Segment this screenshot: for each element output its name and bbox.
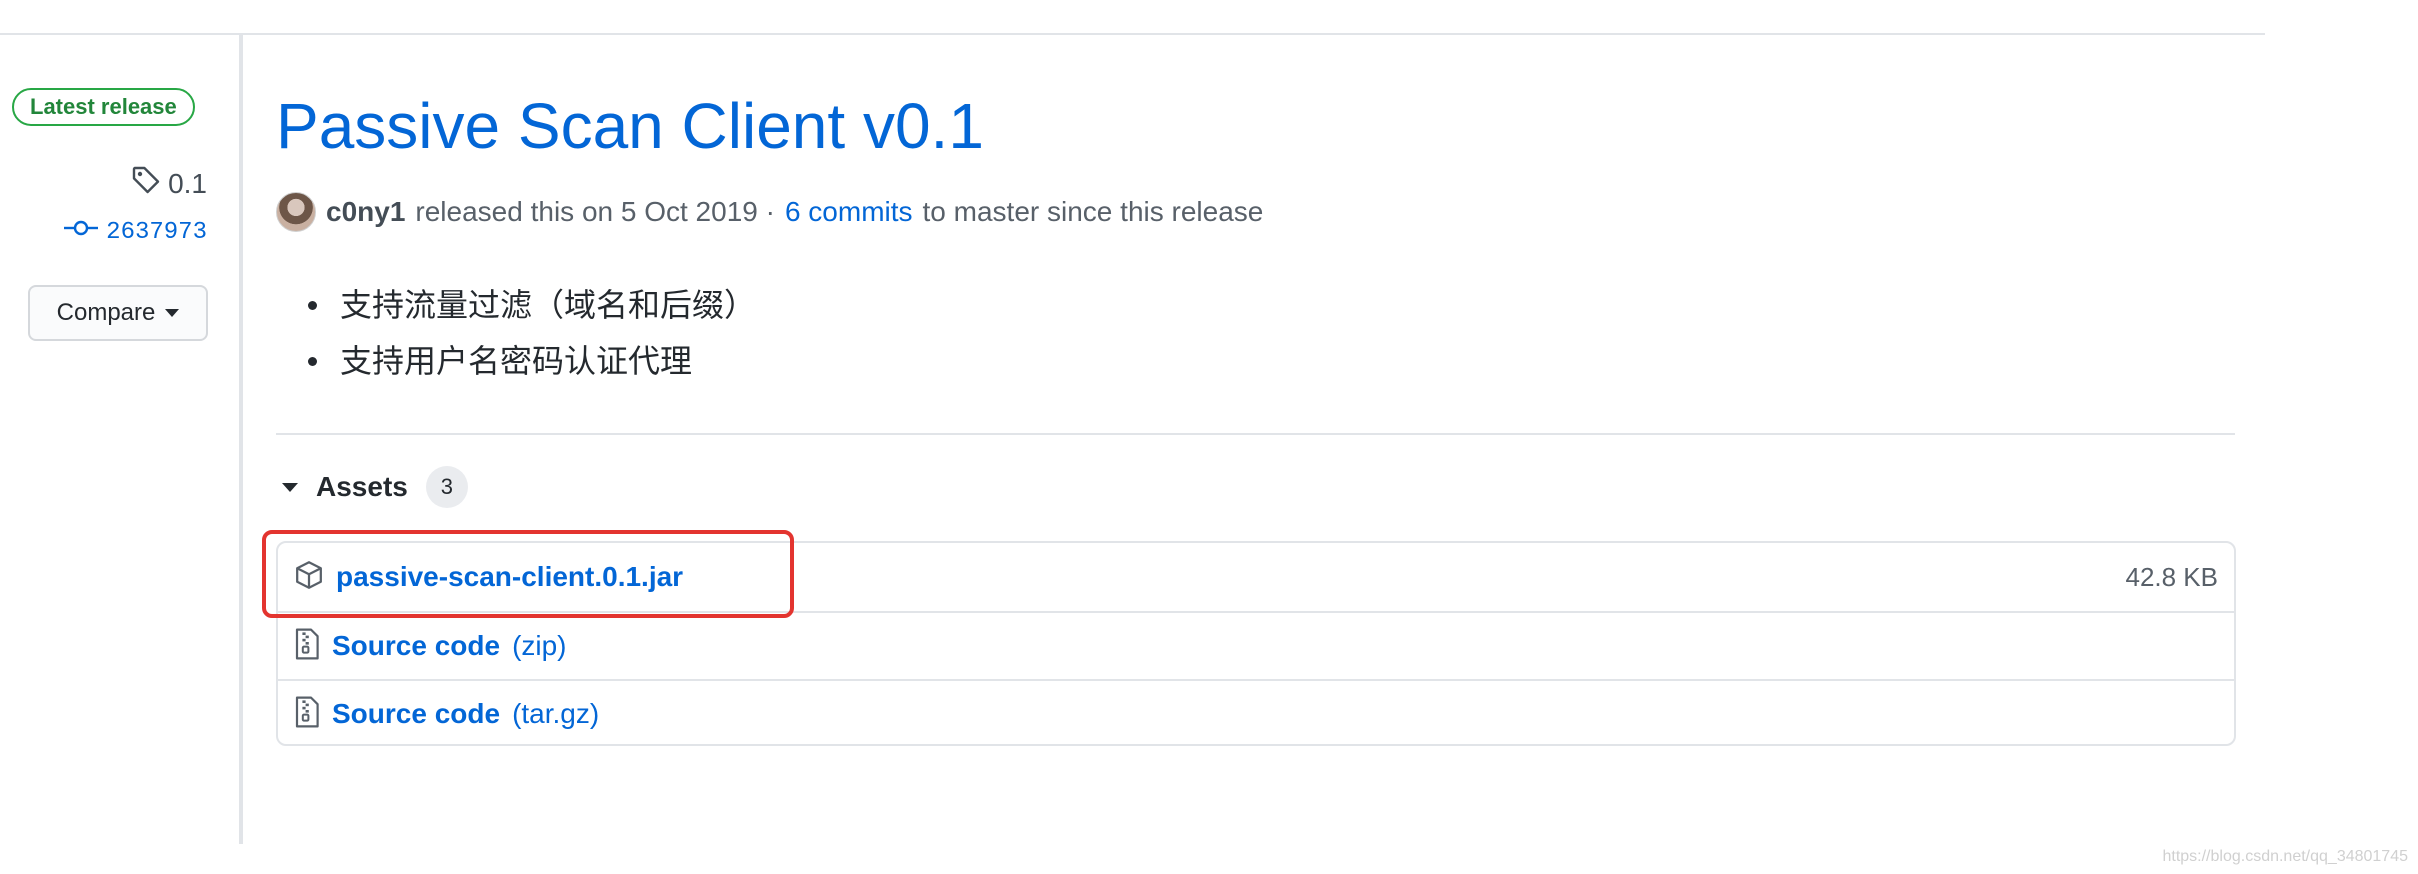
file-zip-icon xyxy=(294,628,320,665)
assets-title: Assets xyxy=(316,471,408,502)
git-commit-icon xyxy=(64,218,99,246)
sidebar-divider xyxy=(239,35,243,844)
asset-download-link[interactable]: passive-scan-client.0.1.jar xyxy=(336,561,683,593)
release-sidebar: Latest release 0.1 2637973 Compare xyxy=(0,0,240,844)
commit-sha: 2637973 xyxy=(106,218,207,246)
top-divider xyxy=(0,33,2265,35)
asset-row-jar: passive-scan-client.0.1.jar 42.8 KB xyxy=(278,543,2234,611)
compare-button[interactable]: Compare xyxy=(28,285,208,341)
list-item: 支持流量过滤（域名和后缀） xyxy=(306,277,756,333)
avatar[interactable] xyxy=(276,192,316,232)
assets-toggle[interactable]: Assets 3 xyxy=(282,466,468,508)
tag-icon xyxy=(130,164,162,203)
list-item: 支持用户名密码认证代理 xyxy=(306,333,756,389)
release-page: Latest release 0.1 2637973 Compare Passi… xyxy=(0,0,2418,874)
release-title[interactable]: Passive Scan Client v0.1 xyxy=(276,90,984,164)
package-icon xyxy=(294,560,324,595)
release-meta: c0ny1 released this on 5 Oct 2019 · 6 co… xyxy=(276,192,1263,232)
assets-count-badge: 3 xyxy=(425,466,468,508)
assets-list: passive-scan-client.0.1.jar 42.8 KB Sour… xyxy=(276,541,2236,746)
commits-link[interactable]: 6 commits xyxy=(785,196,913,228)
source-code-zip-link[interactable]: Source code xyxy=(332,630,500,662)
commit-link[interactable]: 2637973 xyxy=(64,218,207,246)
content-divider xyxy=(276,433,2235,435)
latest-release-badge: Latest release xyxy=(12,88,195,126)
since-text: to master since this release xyxy=(922,196,1264,227)
asset-ext[interactable]: (zip) xyxy=(512,630,566,662)
chevron-down-icon xyxy=(165,309,180,317)
compare-label: Compare xyxy=(56,299,156,326)
file-zip-icon xyxy=(294,696,320,733)
triangle-down-icon xyxy=(282,482,298,492)
watermark: https://blog.csdn.net/qq_34801745 xyxy=(2162,848,2408,865)
asset-size: 42.8 KB xyxy=(2125,561,2218,592)
tag-link[interactable]: 0.1 xyxy=(130,164,207,203)
asset-row-zip: Source code (zip) xyxy=(278,611,2234,679)
tag-label: 0.1 xyxy=(168,167,207,199)
source-code-targz-link[interactable]: Source code xyxy=(332,698,500,730)
asset-row-targz: Source code (tar.gz) xyxy=(278,679,2234,747)
released-text: released this on 5 Oct 2019 · xyxy=(415,196,775,227)
author-link[interactable]: c0ny1 xyxy=(326,196,405,228)
asset-ext[interactable]: (tar.gz) xyxy=(512,698,599,730)
release-notes: 支持流量过滤（域名和后缀） 支持用户名密码认证代理 xyxy=(306,277,756,389)
